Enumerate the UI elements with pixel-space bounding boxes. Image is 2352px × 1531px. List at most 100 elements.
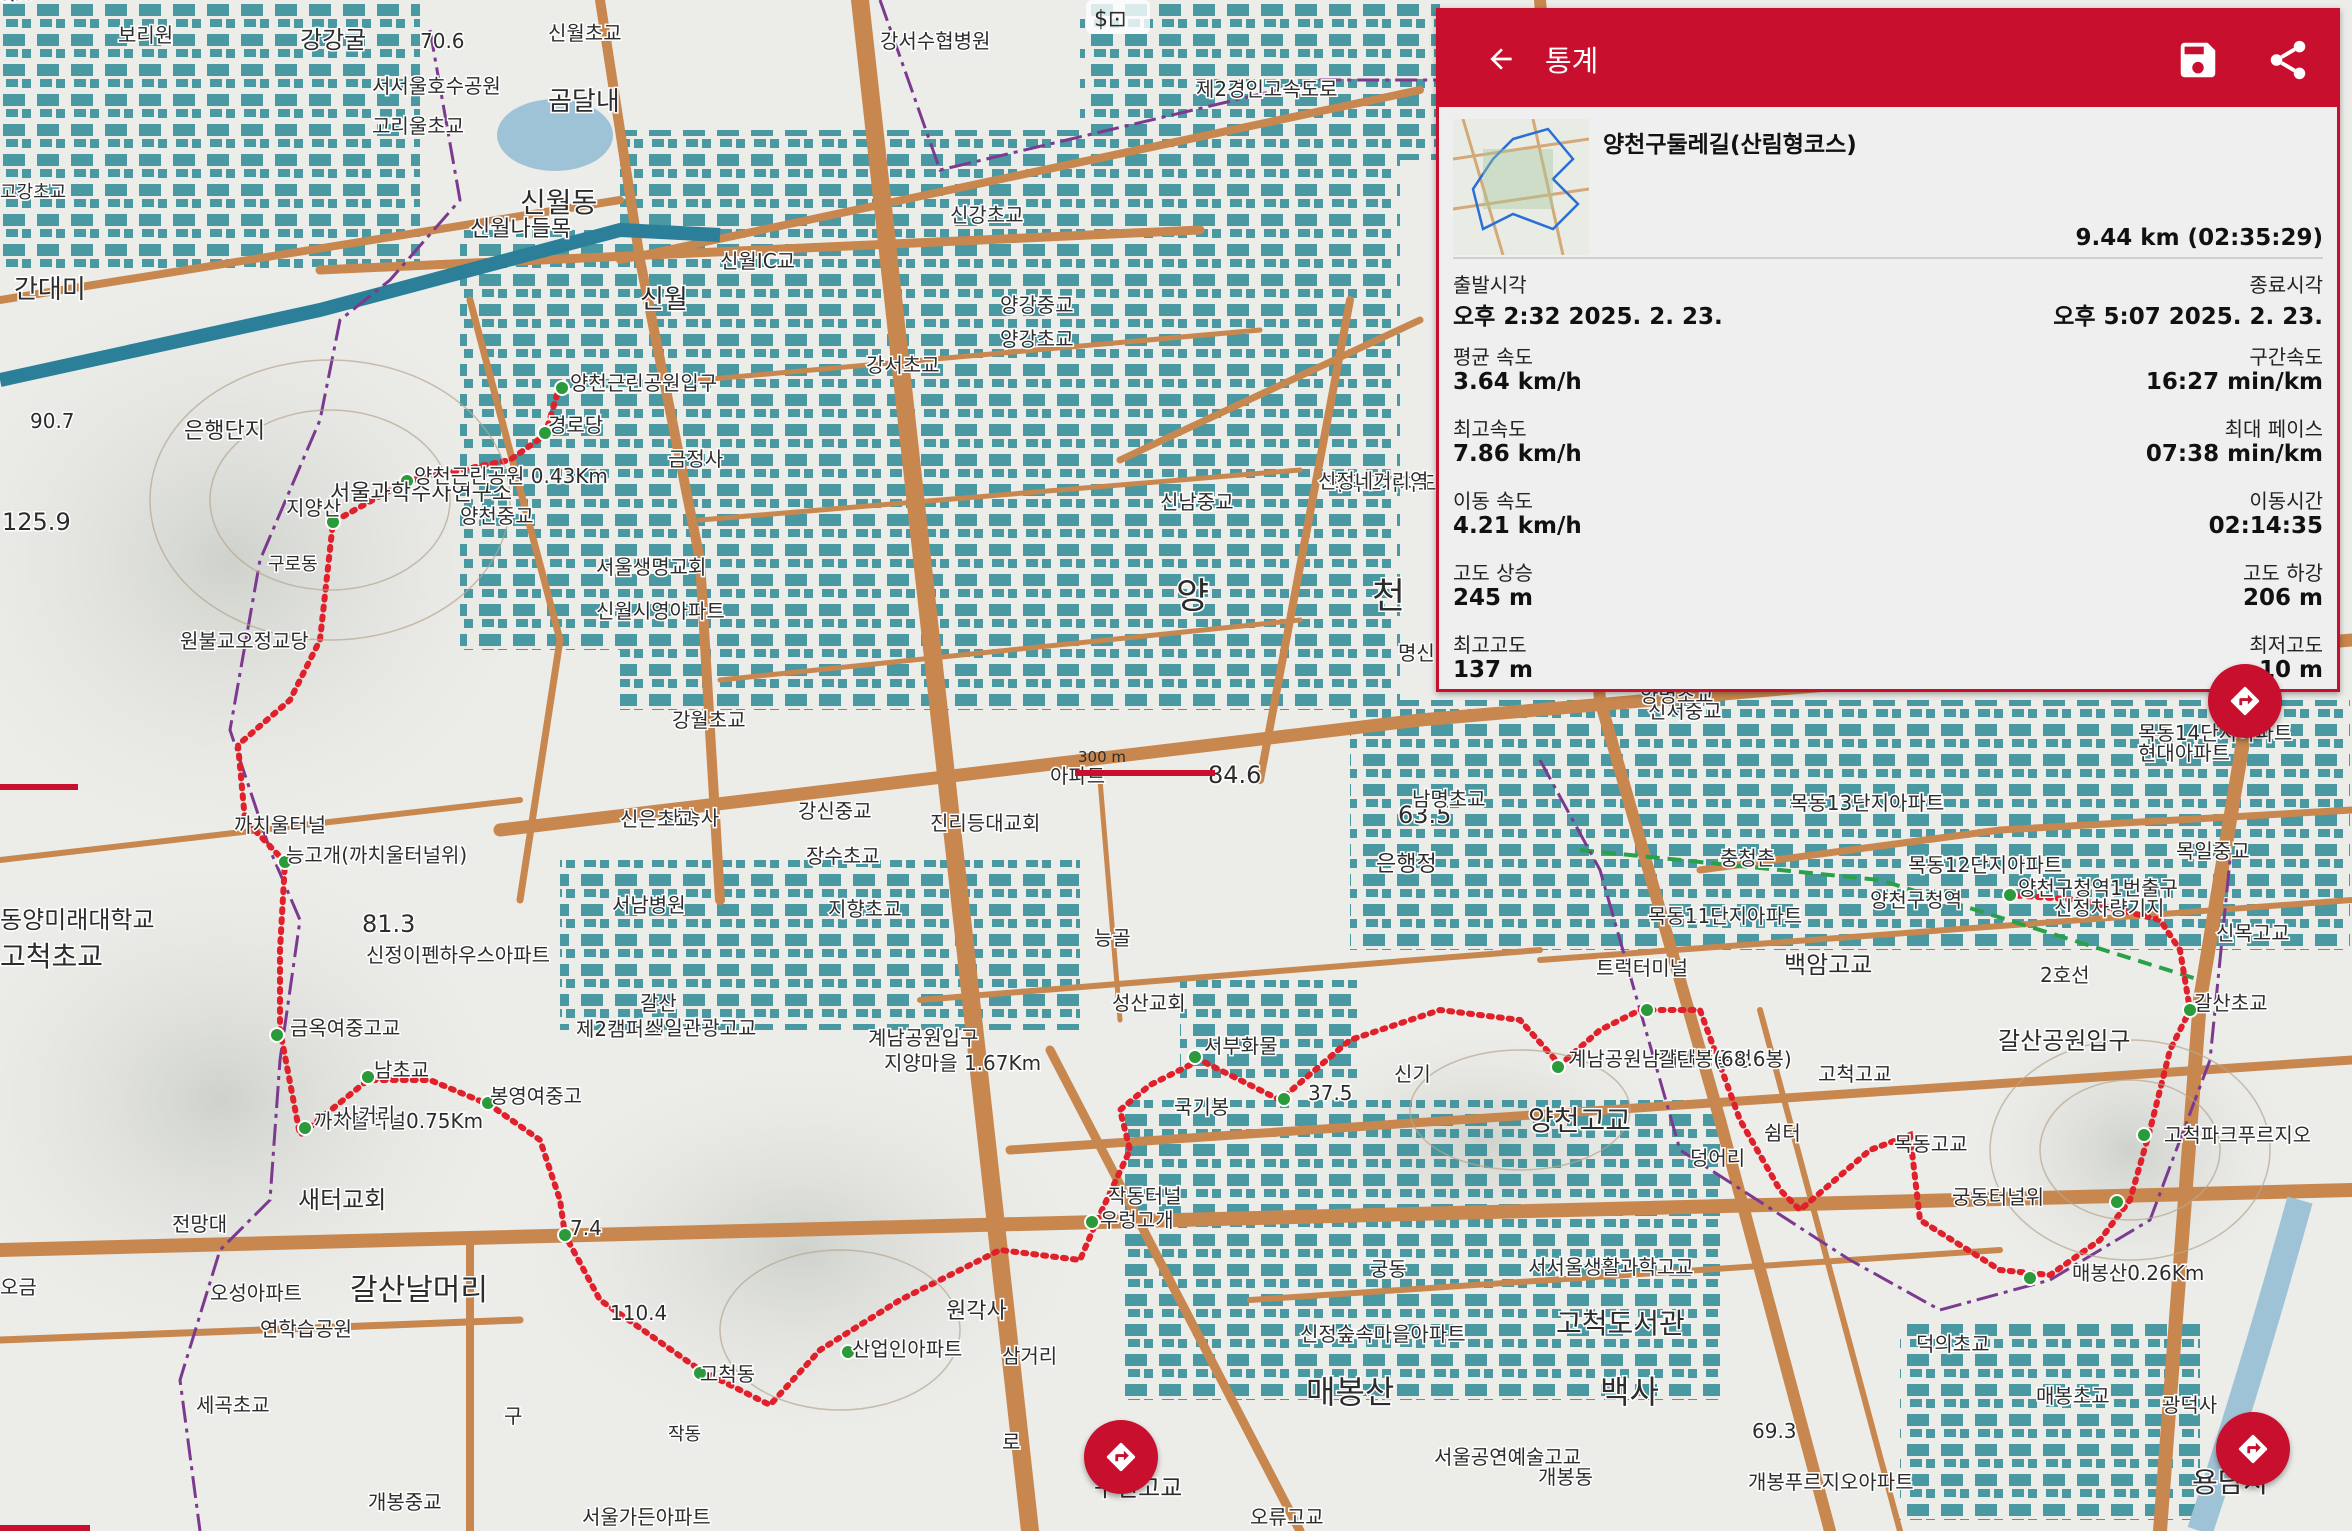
share-button[interactable] [2265,37,2311,83]
place-label: 명신 [1398,641,1435,665]
stat-row: 최고속도 7.86 km/h 최대 페이스 07:38 min/km [1453,403,2323,475]
place-label: 새터교회 [298,1186,386,1214]
place-label: 장수초교 [806,844,880,868]
place-label: 삼거리 [1002,1344,1057,1368]
waypoint-marker[interactable] [1550,1059,1566,1075]
stat-label: 최대 페이스 [2224,417,2323,441]
place-label: 고척고교 [1818,1062,1892,1086]
place-label: 고척파크푸르지오 [2164,1123,2311,1147]
waypoint-marker[interactable] [360,1069,376,1085]
place-label: 신월나들목 [470,217,571,242]
place-label: 충청촌 [1720,846,1775,870]
stat-label: 최고고도 [1453,633,1527,657]
place-label: 고리울초교 [372,114,464,138]
route-name: 양천구둘레길(산림형코스) [1603,132,1857,158]
waypoint-marker[interactable] [2002,887,2018,903]
place-label: 경로당 [548,413,603,437]
back-button[interactable] [1477,35,1525,83]
place-label: 고척도서관 [1556,1307,1685,1340]
place-label: 신월 [640,285,688,315]
place-label: 양 [1176,576,1209,617]
place-label: 곰달내 [548,87,620,117]
place-label: 구 [504,1404,522,1428]
stat-row: 이동 속도 4.21 km/h 이동시간 02:14:35 [1453,475,2323,547]
place-label: 보리원 [118,23,173,47]
place-label: 갈산 [640,991,677,1015]
panel-header: 통계 [1439,11,2337,107]
place-label: 광덕사 [2162,1393,2217,1417]
place-label: 작동터널 [1108,1184,1182,1208]
place-label: 강월초교 [672,708,746,732]
place-label: 지향초교 [828,897,902,921]
place-label: 신정네거리역 [1318,469,1428,493]
floppy-disk-icon [2180,42,2216,78]
place-label: 신강초교 [950,203,1024,227]
waypoint-marker[interactable] [554,380,570,396]
navigate-button[interactable] [2208,664,2282,738]
place-label: 신정차량기지 [2054,896,2164,920]
place-label: 2호선 [2040,963,2090,987]
waypoint-marker[interactable] [1084,1214,1100,1230]
place-label: 봉영여중고 [490,1084,582,1108]
place-label: 덩어리 [1690,1146,1745,1170]
place-label: 개봉푸르지오아파트 [1748,1470,1914,1494]
place-label: 70.6 [420,29,465,53]
place-label: 고강초교 [0,182,66,203]
place-label: 서울생명교회 [596,555,706,579]
place-label: 강강굴 [300,26,366,54]
place-label: 사거리 [340,1103,395,1127]
place-label: 신정숲속마을아파트 [1300,1322,1466,1346]
route-thumbnail[interactable] [1453,119,1589,255]
place-label: 트럭터미널 [1596,956,1688,980]
save-button[interactable] [2175,37,2221,83]
stat-row: 고도 상승 245 m 고도 하강 206 m [1453,547,2323,619]
place-label: 은행정 [1376,852,1437,877]
place-label: 서부화물 [1204,1034,1278,1058]
place-label: 신월시영아파트 [596,599,725,623]
place-label: 연학습공원 [260,1317,352,1341]
stat-value: 07:38 min/km [2145,441,2323,467]
place-label: 강서수협병원 [880,29,990,53]
place-label: 능고개(까치울터널위) [286,843,467,867]
place-label: 90.7 [30,409,75,433]
waypoint-marker[interactable] [1187,1049,1203,1065]
stat-label: 고도 상승 [1453,561,1533,585]
place-label: 신정이펜하우스아파트 [366,943,550,967]
stat-row: 최고고도 137 m 최저고도 10 m [1453,619,2323,691]
stat-label: 고도 하강 [2243,561,2323,585]
navigate-button[interactable] [1084,1420,1158,1494]
place-label: 국기봉 [1174,1095,1229,1119]
waypoint-marker[interactable] [2136,1127,2152,1143]
place-label: 신목고교 [2216,921,2290,945]
place-label: 84.6 [1208,761,1261,789]
place-label: 강신중교 [798,799,872,823]
waypoint-marker[interactable] [2022,1270,2038,1286]
navigate-button[interactable] [2216,1412,2290,1486]
waypoint-marker[interactable] [269,1027,285,1043]
place-label: 갈산공원입구 [1998,1027,2130,1055]
place-label: 세곡초교 [196,1393,270,1417]
place-label: 신은초교 [620,807,694,831]
place-label: 남초교 [374,1058,429,1082]
place-label: 37.5 [1308,1081,1353,1105]
place-label: 제2경인고속도로 [1196,77,1338,101]
waypoint-marker[interactable] [297,1120,313,1136]
stat-label: 종료시각 [2249,273,2323,297]
waypoint-marker[interactable] [2109,1194,2125,1210]
place-label: 양강초교 [1000,327,1074,351]
waypoint-marker[interactable] [1276,1091,1292,1107]
place-label: 동양미래대학교 [0,906,155,934]
place-label: 고척동 [700,1362,755,1386]
place-label: 원각사 [946,1299,1007,1324]
place-label: 작동 [668,1424,701,1445]
place-label: 목동고교 [1894,1132,1968,1156]
place-label: 성산교회 [1112,991,1186,1015]
place-label: 양천근린공원입구 [570,371,717,395]
place-label: 로 [1002,1430,1020,1454]
waypoint-marker[interactable] [1639,1002,1655,1018]
place-label: 개봉중교 [368,1490,442,1514]
place-label: 매봉산 [1306,1373,1394,1411]
place-label: 구로동 [268,554,318,575]
place-label: 쉼터 [1764,1121,1801,1145]
stat-value: 4.21 km/h [1453,513,1582,539]
